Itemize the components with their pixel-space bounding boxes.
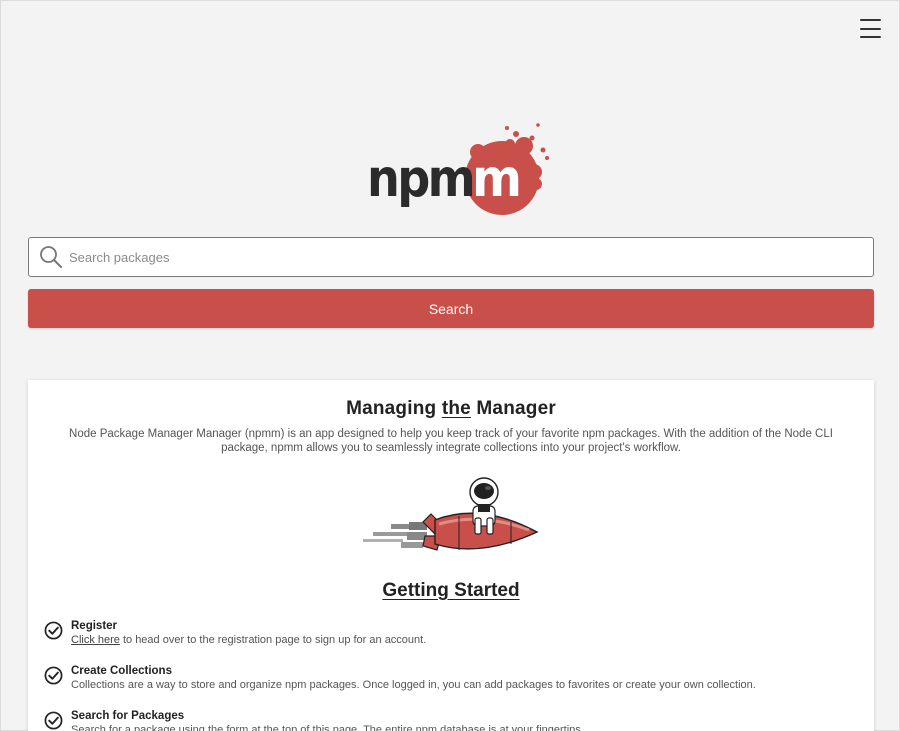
step-search-packages: Search for Packages Search for a package… <box>44 709 854 731</box>
check-circle-icon <box>44 711 63 730</box>
steps-list: Register Click here to head over to the … <box>44 619 854 731</box>
hamburger-menu-icon[interactable] <box>860 19 881 38</box>
card-title: Managing the Manager <box>346 398 556 419</box>
step-description: Click here to head over to the registrat… <box>71 634 427 646</box>
svg-text:npm: npm <box>367 149 473 209</box>
register-link[interactable]: Click here <box>71 634 120 646</box>
search-field[interactable] <box>28 237 874 277</box>
step-register: Register Click here to head over to the … <box>44 619 854 664</box>
step-description: Collections are a way to store and organ… <box>71 679 756 691</box>
step-title: Create Collections <box>71 665 172 677</box>
intro-text: Node Package Manager Manager (npmm) is a… <box>69 428 833 454</box>
step-description: Search for a package using the form at t… <box>71 724 584 731</box>
svg-text:m: m <box>472 149 522 209</box>
step-title: Register <box>71 620 118 632</box>
step-title: Search for Packages <box>71 710 185 722</box>
astronaut-rocket-illustration <box>363 477 539 551</box>
check-circle-icon <box>44 621 63 640</box>
step-create-collections: Create Collections Collections are a way… <box>44 664 854 709</box>
info-card: Managing the Manager Node Package Manage… <box>28 380 874 731</box>
search-button[interactable]: Search <box>28 289 874 328</box>
getting-started-heading: Getting Started <box>382 580 520 601</box>
search-input[interactable] <box>69 239 873 275</box>
check-circle-icon <box>44 666 63 685</box>
npmm-logo[interactable]: npm m <box>366 122 552 218</box>
search-icon <box>29 238 69 276</box>
